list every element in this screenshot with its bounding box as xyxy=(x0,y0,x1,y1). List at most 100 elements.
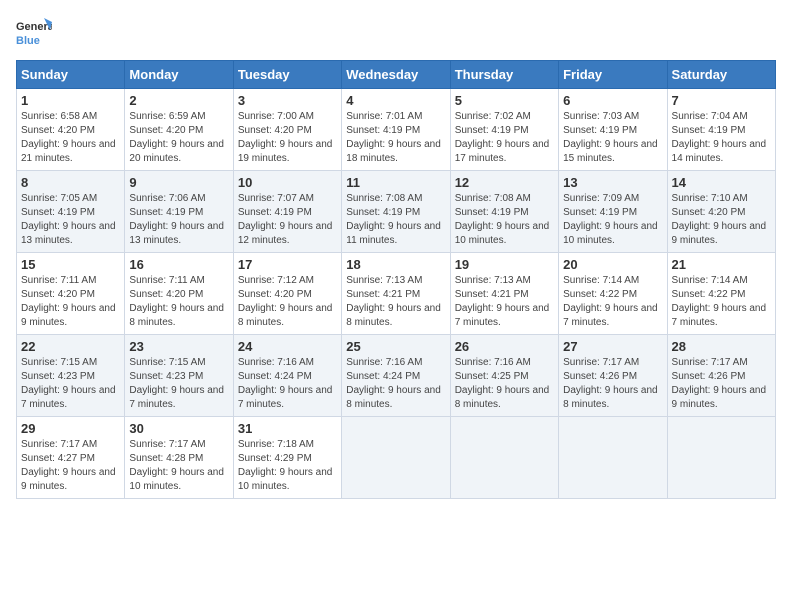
calendar-cell xyxy=(342,417,450,499)
calendar-cell: 18 Sunrise: 7:13 AMSunset: 4:21 PMDaylig… xyxy=(342,253,450,335)
day-info: Sunrise: 7:09 AMSunset: 4:19 PMDaylight:… xyxy=(563,193,658,246)
day-info: Sunrise: 7:16 AMSunset: 4:24 PMDaylight:… xyxy=(238,357,333,410)
header-day-thursday: Thursday xyxy=(450,61,558,89)
calendar-cell: 29 Sunrise: 7:17 AMSunset: 4:27 PMDaylig… xyxy=(17,417,125,499)
day-info: Sunrise: 7:17 AMSunset: 4:28 PMDaylight:… xyxy=(129,439,224,492)
header-day-tuesday: Tuesday xyxy=(233,61,341,89)
calendar-cell xyxy=(450,417,558,499)
calendar-cell xyxy=(559,417,667,499)
day-number: 12 xyxy=(455,175,554,190)
day-number: 17 xyxy=(238,257,337,272)
day-number: 7 xyxy=(672,93,771,108)
day-number: 21 xyxy=(672,257,771,272)
calendar-cell: 12 Sunrise: 7:08 AMSunset: 4:19 PMDaylig… xyxy=(450,171,558,253)
day-info: Sunrise: 7:08 AMSunset: 4:19 PMDaylight:… xyxy=(346,193,441,246)
day-info: Sunrise: 7:06 AMSunset: 4:19 PMDaylight:… xyxy=(129,193,224,246)
day-number: 16 xyxy=(129,257,228,272)
calendar-header: SundayMondayTuesdayWednesdayThursdayFrid… xyxy=(17,61,776,89)
day-number: 22 xyxy=(21,339,120,354)
day-number: 8 xyxy=(21,175,120,190)
day-info: Sunrise: 7:08 AMSunset: 4:19 PMDaylight:… xyxy=(455,193,550,246)
header-day-sunday: Sunday xyxy=(17,61,125,89)
day-info: Sunrise: 7:05 AMSunset: 4:19 PMDaylight:… xyxy=(21,193,116,246)
header-day-friday: Friday xyxy=(559,61,667,89)
logo: General Blue xyxy=(16,16,52,52)
week-row-1: 1 Sunrise: 6:58 AMSunset: 4:20 PMDayligh… xyxy=(17,89,776,171)
day-info: Sunrise: 7:16 AMSunset: 4:24 PMDaylight:… xyxy=(346,357,441,410)
calendar-cell: 6 Sunrise: 7:03 AMSunset: 4:19 PMDayligh… xyxy=(559,89,667,171)
calendar-cell: 31 Sunrise: 7:18 AMSunset: 4:29 PMDaylig… xyxy=(233,417,341,499)
day-number: 31 xyxy=(238,421,337,436)
day-info: Sunrise: 7:11 AMSunset: 4:20 PMDaylight:… xyxy=(129,275,224,328)
day-info: Sunrise: 7:18 AMSunset: 4:29 PMDaylight:… xyxy=(238,439,333,492)
calendar-cell: 23 Sunrise: 7:15 AMSunset: 4:23 PMDaylig… xyxy=(125,335,233,417)
week-row-5: 29 Sunrise: 7:17 AMSunset: 4:27 PMDaylig… xyxy=(17,417,776,499)
calendar-cell: 9 Sunrise: 7:06 AMSunset: 4:19 PMDayligh… xyxy=(125,171,233,253)
day-info: Sunrise: 7:13 AMSunset: 4:21 PMDaylight:… xyxy=(455,275,550,328)
day-number: 3 xyxy=(238,93,337,108)
day-info: Sunrise: 7:03 AMSunset: 4:19 PMDaylight:… xyxy=(563,111,658,164)
header-day-monday: Monday xyxy=(125,61,233,89)
day-info: Sunrise: 7:10 AMSunset: 4:20 PMDaylight:… xyxy=(672,193,767,246)
calendar-cell: 5 Sunrise: 7:02 AMSunset: 4:19 PMDayligh… xyxy=(450,89,558,171)
day-number: 14 xyxy=(672,175,771,190)
calendar-cell: 20 Sunrise: 7:14 AMSunset: 4:22 PMDaylig… xyxy=(559,253,667,335)
day-info: Sunrise: 7:17 AMSunset: 4:27 PMDaylight:… xyxy=(21,439,116,492)
day-info: Sunrise: 7:15 AMSunset: 4:23 PMDaylight:… xyxy=(129,357,224,410)
day-info: Sunrise: 7:11 AMSunset: 4:20 PMDaylight:… xyxy=(21,275,116,328)
calendar-cell: 28 Sunrise: 7:17 AMSunset: 4:26 PMDaylig… xyxy=(667,335,775,417)
header-day-saturday: Saturday xyxy=(667,61,775,89)
calendar-cell: 26 Sunrise: 7:16 AMSunset: 4:25 PMDaylig… xyxy=(450,335,558,417)
day-info: Sunrise: 7:17 AMSunset: 4:26 PMDaylight:… xyxy=(563,357,658,410)
day-info: Sunrise: 7:13 AMSunset: 4:21 PMDaylight:… xyxy=(346,275,441,328)
calendar-cell: 24 Sunrise: 7:16 AMSunset: 4:24 PMDaylig… xyxy=(233,335,341,417)
header: General Blue xyxy=(16,16,776,52)
calendar-table: SundayMondayTuesdayWednesdayThursdayFrid… xyxy=(16,60,776,499)
week-row-3: 15 Sunrise: 7:11 AMSunset: 4:20 PMDaylig… xyxy=(17,253,776,335)
day-info: Sunrise: 7:12 AMSunset: 4:20 PMDaylight:… xyxy=(238,275,333,328)
day-number: 18 xyxy=(346,257,445,272)
calendar-cell: 19 Sunrise: 7:13 AMSunset: 4:21 PMDaylig… xyxy=(450,253,558,335)
calendar-cell: 30 Sunrise: 7:17 AMSunset: 4:28 PMDaylig… xyxy=(125,417,233,499)
calendar-cell: 11 Sunrise: 7:08 AMSunset: 4:19 PMDaylig… xyxy=(342,171,450,253)
day-info: Sunrise: 7:14 AMSunset: 4:22 PMDaylight:… xyxy=(563,275,658,328)
day-info: Sunrise: 7:16 AMSunset: 4:25 PMDaylight:… xyxy=(455,357,550,410)
day-number: 26 xyxy=(455,339,554,354)
day-info: Sunrise: 7:14 AMSunset: 4:22 PMDaylight:… xyxy=(672,275,767,328)
day-number: 19 xyxy=(455,257,554,272)
day-number: 23 xyxy=(129,339,228,354)
day-number: 20 xyxy=(563,257,662,272)
week-row-4: 22 Sunrise: 7:15 AMSunset: 4:23 PMDaylig… xyxy=(17,335,776,417)
day-number: 24 xyxy=(238,339,337,354)
calendar-cell: 7 Sunrise: 7:04 AMSunset: 4:19 PMDayligh… xyxy=(667,89,775,171)
day-info: Sunrise: 7:04 AMSunset: 4:19 PMDaylight:… xyxy=(672,111,767,164)
calendar-cell: 10 Sunrise: 7:07 AMSunset: 4:19 PMDaylig… xyxy=(233,171,341,253)
svg-text:Blue: Blue xyxy=(16,35,40,47)
day-info: Sunrise: 6:58 AMSunset: 4:20 PMDaylight:… xyxy=(21,111,116,164)
calendar-cell: 27 Sunrise: 7:17 AMSunset: 4:26 PMDaylig… xyxy=(559,335,667,417)
header-day-wednesday: Wednesday xyxy=(342,61,450,89)
calendar-cell: 17 Sunrise: 7:12 AMSunset: 4:20 PMDaylig… xyxy=(233,253,341,335)
calendar-cell: 3 Sunrise: 7:00 AMSunset: 4:20 PMDayligh… xyxy=(233,89,341,171)
calendar-cell: 13 Sunrise: 7:09 AMSunset: 4:19 PMDaylig… xyxy=(559,171,667,253)
week-row-2: 8 Sunrise: 7:05 AMSunset: 4:19 PMDayligh… xyxy=(17,171,776,253)
day-number: 29 xyxy=(21,421,120,436)
day-info: Sunrise: 7:01 AMSunset: 4:19 PMDaylight:… xyxy=(346,111,441,164)
day-number: 6 xyxy=(563,93,662,108)
day-info: Sunrise: 7:02 AMSunset: 4:19 PMDaylight:… xyxy=(455,111,550,164)
calendar-cell: 8 Sunrise: 7:05 AMSunset: 4:19 PMDayligh… xyxy=(17,171,125,253)
day-number: 10 xyxy=(238,175,337,190)
calendar-cell xyxy=(667,417,775,499)
calendar-cell: 4 Sunrise: 7:01 AMSunset: 4:19 PMDayligh… xyxy=(342,89,450,171)
calendar-cell: 22 Sunrise: 7:15 AMSunset: 4:23 PMDaylig… xyxy=(17,335,125,417)
day-info: Sunrise: 7:00 AMSunset: 4:20 PMDaylight:… xyxy=(238,111,333,164)
day-number: 1 xyxy=(21,93,120,108)
day-info: Sunrise: 7:17 AMSunset: 4:26 PMDaylight:… xyxy=(672,357,767,410)
day-number: 27 xyxy=(563,339,662,354)
day-info: Sunrise: 7:07 AMSunset: 4:19 PMDaylight:… xyxy=(238,193,333,246)
logo-svg: General Blue xyxy=(16,16,52,52)
day-number: 4 xyxy=(346,93,445,108)
calendar-cell: 14 Sunrise: 7:10 AMSunset: 4:20 PMDaylig… xyxy=(667,171,775,253)
calendar-cell: 15 Sunrise: 7:11 AMSunset: 4:20 PMDaylig… xyxy=(17,253,125,335)
day-number: 2 xyxy=(129,93,228,108)
